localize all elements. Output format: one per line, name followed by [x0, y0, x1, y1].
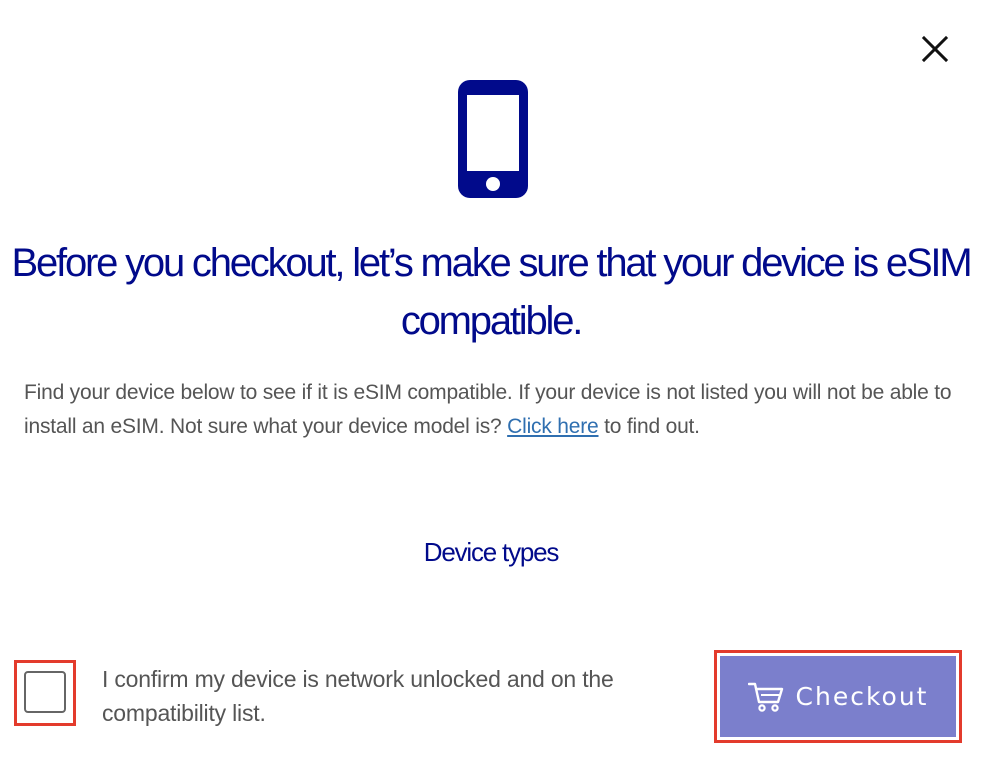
esim-compatibility-modal: Before you checkout, let’s make sure tha… — [0, 0, 982, 758]
checkout-label: Checkout — [795, 682, 929, 711]
confirm-checkbox[interactable] — [24, 671, 66, 713]
checkout-button[interactable]: Checkout — [720, 656, 956, 737]
close-button[interactable] — [916, 30, 954, 68]
smartphone-icon — [456, 80, 528, 198]
confirm-label: I confirm my device is network unlocked … — [102, 666, 614, 726]
description-text-end: to find out. — [598, 415, 700, 438]
confirm-checkbox-highlight[interactable] — [14, 660, 76, 726]
cart-icon — [747, 681, 784, 713]
modal-description: Find your device below to see if it is e… — [24, 376, 964, 444]
close-icon — [916, 30, 954, 68]
modal-title: Before you checkout, let’s make sure tha… — [11, 241, 973, 343]
description-text: Find your device below to see if it is e… — [24, 381, 952, 438]
click-here-link[interactable]: Click here — [507, 415, 599, 438]
device-types-heading[interactable]: Device types — [0, 534, 982, 570]
